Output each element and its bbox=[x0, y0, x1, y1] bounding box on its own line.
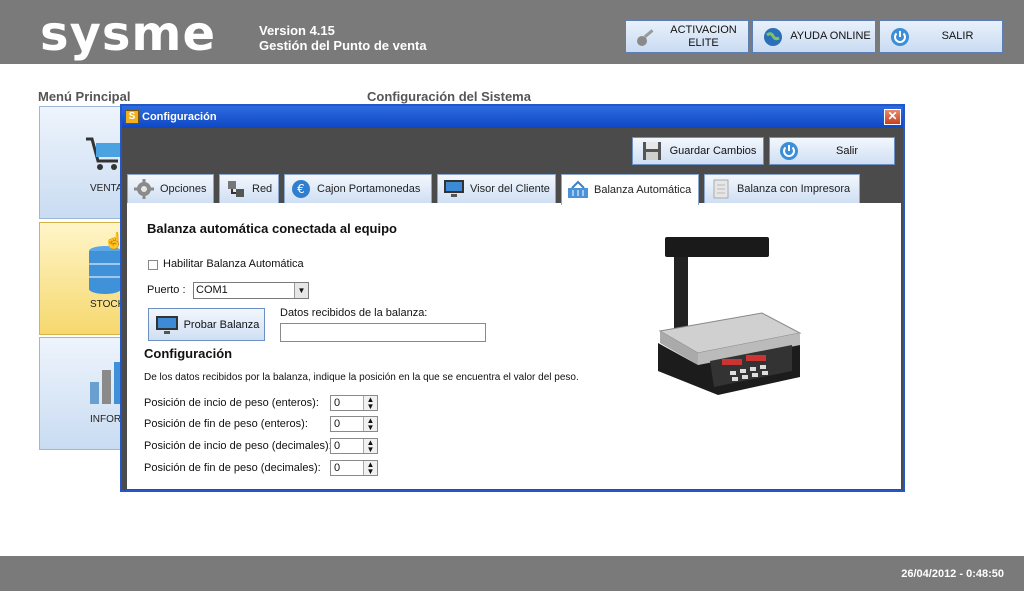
app-icon: S bbox=[125, 110, 139, 124]
svg-text:€: € bbox=[297, 182, 305, 196]
euro-icon: € bbox=[290, 178, 312, 200]
config-description: De los datos recibidos por la balanza, i… bbox=[144, 372, 579, 383]
help-online-button[interactable]: AYUDA ONLINE bbox=[752, 20, 876, 53]
save-icon bbox=[641, 140, 663, 162]
datetime-display: 26/04/2012 - 0:48:50 bbox=[901, 568, 1004, 580]
port-value: COM1 bbox=[196, 284, 228, 296]
tab-label: Balanza con Impresora bbox=[737, 183, 851, 195]
end-dec-input[interactable]: 0 ▲ ▼ bbox=[330, 460, 378, 476]
status-bar: 26/04/2012 - 0:48:50 bbox=[0, 556, 1024, 591]
port-select[interactable]: COM1 ▼ bbox=[193, 282, 309, 299]
spin-value: 0 bbox=[334, 397, 341, 409]
monitor-icon bbox=[155, 315, 179, 335]
network-icon bbox=[225, 178, 247, 200]
header-bar: sysme Version 4.15 Gestión del Punto de … bbox=[0, 0, 1024, 64]
dialog-titlebar[interactable]: S Configuración ✕ bbox=[122, 106, 903, 128]
power-icon bbox=[778, 140, 800, 162]
spinner-arrows-icon[interactable]: ▲ ▼ bbox=[363, 439, 377, 454]
app-logo: sysme bbox=[40, 6, 216, 62]
tab-label: Balanza Automática bbox=[594, 184, 692, 196]
menu-tile-stock[interactable]: ☝ STOCK bbox=[39, 222, 131, 335]
exit-label: SALIR bbox=[941, 30, 974, 42]
version-info: Version 4.15 Gestión del Punto de venta bbox=[259, 23, 427, 53]
menu-tile-ventas[interactable]: VENTA bbox=[39, 106, 131, 219]
dialog-exit-label: Salir bbox=[835, 145, 858, 157]
app-subtitle: Gestión del Punto de venta bbox=[259, 38, 427, 53]
cart-icon bbox=[84, 133, 124, 176]
spinner-arrows-icon[interactable]: ▲ ▼ bbox=[363, 417, 377, 432]
activation-button[interactable]: ACTIVACION ELITE bbox=[625, 20, 749, 53]
dialog-exit-button[interactable]: Salir bbox=[769, 137, 895, 165]
gear-icon bbox=[133, 178, 155, 200]
enable-balanza-label: Habilitar Balanza Automática bbox=[163, 258, 304, 270]
start-dec-input[interactable]: 0 ▲ ▼ bbox=[330, 438, 378, 454]
key-icon bbox=[633, 24, 659, 50]
activation-label-1: ACTIVACION bbox=[670, 23, 737, 36]
tab-cajon-portamonedas[interactable]: € Cajon Portamonedas bbox=[284, 174, 432, 203]
spin-value: 0 bbox=[334, 418, 341, 430]
tab-balanza-automatica[interactable]: Balanza Automática bbox=[561, 174, 699, 205]
main-menu-title: Menú Principal bbox=[38, 89, 131, 104]
close-button[interactable]: ✕ bbox=[884, 109, 901, 125]
start-int-input[interactable]: 0 ▲ ▼ bbox=[330, 395, 378, 411]
config-dialog: S Configuración ✕ Guardar Cambios Salir … bbox=[120, 104, 905, 492]
help-online-label: AYUDA ONLINE bbox=[790, 30, 871, 42]
printer-icon bbox=[710, 178, 732, 200]
tab-label: Opciones bbox=[160, 183, 207, 195]
database-icon bbox=[88, 245, 122, 298]
balanza-panel: Balanza automática conectada al equipo H… bbox=[127, 203, 901, 489]
version-number: Version 4.15 bbox=[259, 23, 335, 38]
tab-label: Visor del Cliente bbox=[470, 183, 550, 195]
spin-value: 0 bbox=[334, 462, 341, 474]
test-balanza-button[interactable]: Probar Balanza bbox=[148, 308, 265, 341]
tab-red[interactable]: Red bbox=[219, 174, 279, 203]
activation-label-2: ELITE bbox=[688, 36, 719, 49]
enable-balanza-checkbox[interactable] bbox=[148, 260, 158, 270]
chevron-down-icon: ▼ bbox=[294, 283, 308, 298]
save-changes-button[interactable]: Guardar Cambios bbox=[632, 137, 764, 165]
monitor-icon bbox=[443, 178, 465, 200]
field-label: Posición de incio de peso (decimales): bbox=[144, 440, 332, 452]
received-data-label: Datos recibidos de la balanza: bbox=[280, 307, 428, 319]
spin-value: 0 bbox=[334, 440, 341, 452]
port-label: Puerto : bbox=[147, 284, 186, 296]
test-balanza-label: Probar Balanza bbox=[183, 318, 260, 331]
field-label: Posición de incio de peso (enteros): bbox=[144, 397, 319, 409]
menu-tile-informes[interactable]: INFORM bbox=[39, 337, 131, 450]
power-icon bbox=[887, 24, 913, 50]
menu-tile-label: VENTA bbox=[90, 183, 123, 194]
exit-button[interactable]: SALIR bbox=[879, 20, 1003, 53]
system-config-title: Configuración del Sistema bbox=[367, 89, 531, 104]
save-changes-label: Guardar Cambios bbox=[669, 145, 757, 157]
tab-balanza-impresora[interactable]: Balanza con Impresora bbox=[704, 174, 860, 203]
tab-label: Cajon Portamonedas bbox=[317, 183, 421, 195]
tab-label: Red bbox=[252, 183, 273, 195]
field-label: Posición de fin de peso (enteros): bbox=[144, 418, 308, 430]
globe-icon bbox=[760, 24, 786, 50]
spinner-arrows-icon[interactable]: ▲ ▼ bbox=[363, 461, 377, 476]
received-data-field[interactable] bbox=[280, 323, 486, 342]
config-heading: Configuración bbox=[144, 346, 233, 361]
end-int-input[interactable]: 0 ▲ ▼ bbox=[330, 416, 378, 432]
scale-illustration bbox=[652, 231, 812, 409]
field-label: Posición de fin de peso (decimales): bbox=[144, 462, 321, 474]
basket-icon bbox=[567, 179, 589, 201]
dialog-title: Configuración bbox=[142, 111, 217, 123]
tab-visor-cliente[interactable]: Visor del Cliente bbox=[437, 174, 556, 203]
panel-heading: Balanza automática conectada al equipo bbox=[147, 221, 397, 236]
spinner-arrows-icon[interactable]: ▲ ▼ bbox=[363, 396, 377, 411]
tab-opciones[interactable]: Opciones bbox=[127, 174, 214, 203]
